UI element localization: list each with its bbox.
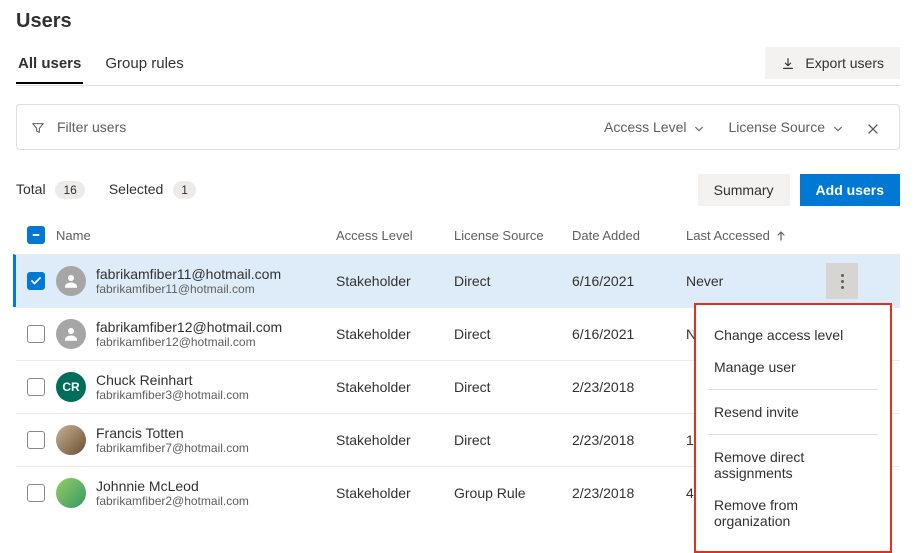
cell-added: 2/23/2018: [572, 379, 686, 395]
row-checkbox[interactable]: [27, 378, 45, 396]
menu-divider: [708, 389, 878, 390]
cell-license: Direct: [454, 379, 572, 395]
cell-access: Stakeholder: [336, 326, 454, 342]
access-level-filter[interactable]: Access Level: [598, 115, 710, 139]
col-last[interactable]: Last Accessed: [686, 228, 826, 243]
row-checkbox[interactable]: [27, 431, 45, 449]
more-vertical-icon: [841, 274, 844, 289]
tab-group-rules[interactable]: Group rules: [103, 49, 185, 84]
cell-license: Direct: [454, 273, 572, 289]
export-users-button[interactable]: Export users: [765, 47, 900, 79]
cell-added: 6/16/2021: [572, 326, 686, 342]
menu-change-access[interactable]: Change access level: [696, 319, 890, 351]
selected-label: Selected: [109, 181, 163, 197]
row-checkbox[interactable]: [27, 272, 45, 290]
user-secondary: fabrikamfiber7@hotmail.com: [96, 441, 249, 455]
menu-manage-user[interactable]: Manage user: [696, 351, 890, 383]
license-source-filter[interactable]: License Source: [722, 115, 849, 139]
user-primary: fabrikamfiber12@hotmail.com: [96, 319, 282, 335]
filter-users-input[interactable]: [57, 119, 586, 135]
menu-resend-invite[interactable]: Resend invite: [696, 396, 890, 428]
chevron-down-icon: [833, 119, 843, 135]
total-count: Total 16: [16, 181, 85, 199]
cell-added: 6/16/2021: [572, 273, 686, 289]
avatar: CR: [56, 372, 86, 402]
cell-license: Direct: [454, 432, 572, 448]
user-secondary: fabrikamfiber11@hotmail.com: [96, 282, 281, 296]
chevron-down-icon: [694, 119, 704, 135]
menu-divider: [708, 434, 878, 435]
topbar: All users Group rules Export users: [16, 47, 900, 86]
avatar: [56, 319, 86, 349]
select-all-checkbox[interactable]: [27, 226, 45, 244]
cell-access: Stakeholder: [336, 485, 454, 501]
col-last-label: Last Accessed: [686, 228, 770, 243]
cell-last: Never: [686, 273, 826, 289]
selected-count: Selected 1: [109, 181, 196, 199]
avatar: [56, 425, 86, 455]
add-users-button[interactable]: Add users: [800, 174, 900, 206]
cell-license: Group Rule: [454, 485, 572, 501]
download-icon: [781, 55, 795, 71]
user-primary: Johnnie McLeod: [96, 478, 249, 494]
cell-access: Stakeholder: [336, 379, 454, 395]
cell-added: 2/23/2018: [572, 485, 686, 501]
avatar: [56, 478, 86, 508]
total-label: Total: [16, 181, 46, 197]
clear-filter-icon[interactable]: [861, 119, 885, 135]
filter-icon: [31, 119, 45, 135]
col-license[interactable]: License Source: [454, 228, 572, 243]
user-secondary: fabrikamfiber3@hotmail.com: [96, 388, 249, 402]
table-row[interactable]: fabrikamfiber11@hotmail.comfabrikamfiber…: [13, 254, 900, 307]
table-header: Name Access Level License Source Date Ad…: [16, 220, 900, 254]
row-context-menu: Change access level Manage user Resend i…: [694, 303, 892, 553]
total-badge: 16: [55, 181, 84, 199]
cell-access: Stakeholder: [336, 432, 454, 448]
col-name[interactable]: Name: [56, 228, 336, 243]
user-secondary: fabrikamfiber2@hotmail.com: [96, 494, 249, 508]
sort-asc-icon: [776, 228, 786, 243]
cell-license: Direct: [454, 326, 572, 342]
avatar: [56, 266, 86, 296]
col-added[interactable]: Date Added: [572, 228, 686, 243]
export-label: Export users: [805, 55, 884, 71]
menu-remove-org[interactable]: Remove from organization: [696, 489, 890, 537]
tab-all-users[interactable]: All users: [16, 49, 83, 84]
row-more-button[interactable]: [826, 263, 858, 299]
col-access[interactable]: Access Level: [336, 228, 454, 243]
user-primary: Francis Totten: [96, 425, 249, 441]
user-primary: fabrikamfiber11@hotmail.com: [96, 266, 281, 282]
license-source-filter-label: License Source: [728, 119, 825, 135]
row-checkbox[interactable]: [27, 325, 45, 343]
access-level-filter-label: Access Level: [604, 119, 686, 135]
cell-added: 2/23/2018: [572, 432, 686, 448]
meta-row: Total 16 Selected 1 Summary Add users: [16, 174, 900, 206]
summary-button[interactable]: Summary: [698, 174, 790, 206]
row-checkbox[interactable]: [27, 484, 45, 502]
user-primary: Chuck Reinhart: [96, 372, 249, 388]
user-secondary: fabrikamfiber12@hotmail.com: [96, 335, 282, 349]
menu-remove-assignments[interactable]: Remove direct assignments: [696, 441, 890, 489]
cell-access: Stakeholder: [336, 273, 454, 289]
filter-bar: Access Level License Source: [16, 104, 900, 150]
page-title: Users: [16, 10, 900, 33]
tab-list: All users Group rules: [16, 49, 196, 84]
selected-badge: 1: [173, 181, 196, 199]
